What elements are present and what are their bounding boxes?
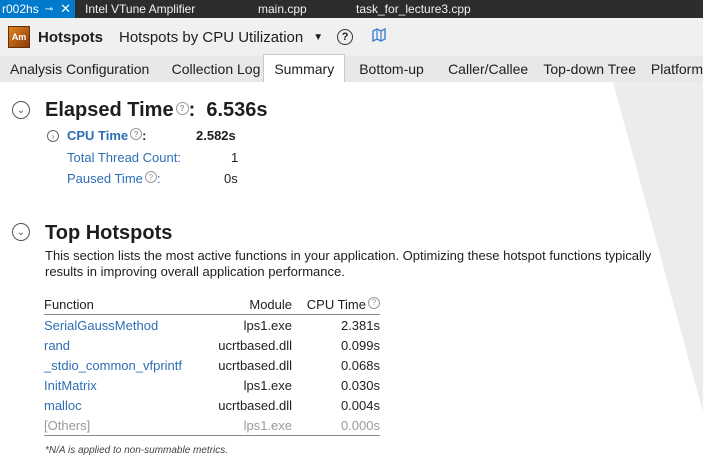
doc-tab-r002hs[interactable]: r002hs ⊸ ✕ [0,0,75,18]
column-cpu-time[interactable]: CPU Time? [292,294,380,315]
top-hotspots-description: This section lists the most active funct… [45,248,652,279]
cpu-time-cell: 0.099s [340,337,380,353]
doc-tab-main-cpp[interactable]: main.cpp [235,0,334,18]
column-module[interactable]: Module [208,294,292,315]
analysis-titlebar: Am Hotspots Hotspots by CPU Utilization … [0,18,703,56]
column-cpu-time-label: CPU Time [306,296,366,312]
paused-time-value: 0s [224,171,238,186]
vtune-app-icon: Am [8,26,30,48]
cpu-time-cell: 0.004s [340,397,380,413]
module-cell: lps1.exe [243,377,292,393]
function-link[interactable]: InitMatrix [44,375,208,395]
cpu-time-colon: : [142,128,147,143]
paused-time-label[interactable]: Paused Time?: [67,171,161,186]
help-icon[interactable]: ? [130,128,143,140]
cpu-time-cell: 0.030s [340,377,380,393]
elapsed-colon: : [188,99,196,121]
tab-caller-callee[interactable]: Caller/Callee [434,56,530,82]
top-hotspots-table: Function Module CPU Time? SerialGaussMet… [44,294,380,436]
help-icon[interactable]: ? [368,296,380,309]
help-icon[interactable]: ? [175,102,189,115]
function-link[interactable]: SerialGaussMethod [44,315,208,336]
footnote: *N/A is applied to non-summable metrics. [45,445,229,456]
cpu-time-cell: 0.000s [292,415,380,436]
tab-platform[interactable]: Platform [638,56,703,82]
function-others: [Others] [44,415,208,436]
tab-analysis-configuration[interactable]: Analysis Configuration [0,56,161,82]
cpu-time-value: 2.582s [196,128,236,143]
table-row: [Others] lps1.exe 0.000s [44,415,380,436]
function-link[interactable]: _stdio_common_vfprintf [44,355,208,375]
doc-tab-task-cpp[interactable]: task_for_lecture3.cpp [334,0,471,18]
chevron-down-icon[interactable]: ▼ [313,32,323,43]
tab-collection-log[interactable]: Collection Log [161,56,264,82]
map-icon[interactable] [371,27,387,47]
elapsed-time-heading: Elapsed Time?: 6.536s [45,99,268,122]
help-icon[interactable]: ? [144,171,157,183]
tab-bottom-up[interactable]: Bottom-up [345,56,434,82]
table-row: rand ucrtbased.dll 0.099s [44,335,380,355]
document-tab-strip: r002hs ⊸ ✕ Intel VTune Amplifier main.cp… [0,0,703,18]
function-link[interactable]: malloc [44,395,208,415]
cpu-time-link[interactable]: CPU Time [67,128,128,143]
cpu-time-cell: 2.381s [340,317,380,333]
doc-tab-vtune[interactable]: Intel VTune Amplifier [75,0,235,18]
module-cell: lps1.exe [208,415,292,436]
pin-icon[interactable]: ⊸ [45,4,53,15]
table-header-row: Function Module CPU Time? [44,294,380,315]
elapsed-time-label: Elapsed Time [45,99,174,121]
module-cell: ucrtbased.dll [218,357,292,373]
function-link[interactable]: rand [44,335,208,355]
table-row: SerialGaussMethod lps1.exe 2.381s [44,315,380,336]
analysis-tab-bar: Analysis Configuration Collection Log Su… [0,54,703,82]
expand-cpu-time-icon[interactable]: › [47,130,59,142]
table-row: malloc ucrtbased.dll 0.004s [44,395,380,415]
paused-time-link[interactable]: Paused Time [67,171,143,186]
table-row: InitMatrix lps1.exe 0.030s [44,375,380,395]
collapse-elapsed-icon[interactable]: ⌄ [12,101,30,119]
column-function[interactable]: Function [44,294,208,315]
summary-content: ⌄ Elapsed Time?: 6.536s › CPU Time?: 2.5… [0,82,703,467]
collapse-hotspots-icon[interactable]: ⌄ [12,223,30,241]
cpu-time-cell: 0.068s [340,357,380,373]
module-cell: ucrtbased.dll [218,337,292,353]
module-cell: lps1.exe [243,317,292,333]
tab-top-down-tree[interactable]: Top-down Tree [530,56,637,82]
table-row: _stdio_common_vfprintf ucrtbased.dll 0.0… [44,355,380,375]
top-hotspots-heading: Top Hotspots [45,222,173,244]
help-icon[interactable]: ? [337,29,354,45]
tab-summary[interactable]: Summary [263,54,346,82]
paused-time-colon: : [156,171,161,186]
thread-count-label[interactable]: Total Thread Count: [67,150,181,165]
cpu-time-label[interactable]: CPU Time?: [67,128,147,143]
doc-tab-label: r002hs [2,2,39,16]
elapsed-time-value: 6.536s [206,99,268,121]
viewpoint-selector[interactable]: Hotspots by CPU Utilization [119,29,303,46]
analysis-type-title: Hotspots [38,28,103,46]
close-icon[interactable]: ✕ [60,1,71,17]
module-cell: ucrtbased.dll [218,397,292,413]
thread-count-value: 1 [231,150,239,165]
